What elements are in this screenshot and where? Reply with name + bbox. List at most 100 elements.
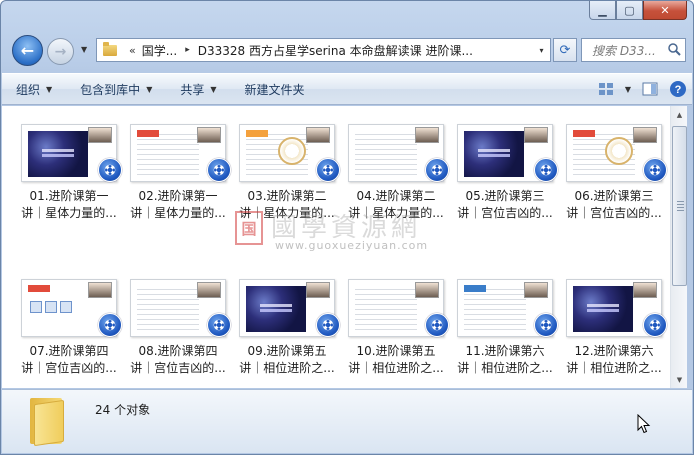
help-icon[interactable]: ? xyxy=(664,74,692,104)
file-item[interactable]: 04.进阶课第二 讲｜星体力量的... xyxy=(343,124,449,244)
file-name-line1: 02.进阶课第一 xyxy=(138,189,218,203)
share-menu[interactable]: 共享 ▼ xyxy=(166,74,230,104)
include-library-label: 包含到库中 xyxy=(80,82,141,97)
refresh-button[interactable]: ⟳ xyxy=(553,38,577,62)
svg-text:?: ? xyxy=(675,84,682,96)
new-folder-label: 新建文件夹 xyxy=(244,82,305,97)
video-file-icon xyxy=(425,158,449,182)
share-label: 共享 xyxy=(180,82,205,97)
vertical-scrollbar[interactable]: ▲ ▼ xyxy=(670,106,687,388)
close-icon[interactable]: ✕ xyxy=(643,1,687,20)
file-name-line2: 讲｜星体力量的... xyxy=(239,206,335,220)
file-item[interactable]: 01.进阶课第一 讲｜星体力量的... xyxy=(16,124,122,244)
file-name-line2: 讲｜相位进阶之... xyxy=(566,361,662,375)
search-placeholder: 搜索 D33... xyxy=(592,43,656,58)
grip-icon xyxy=(677,201,684,211)
back-button[interactable]: ← xyxy=(12,35,43,66)
file-name-line1: 06.进阶课第三 xyxy=(574,189,654,203)
file-name-line1: 11.进阶课第六 xyxy=(465,344,545,358)
file-name-line1: 12.进阶课第六 xyxy=(574,344,654,358)
item-count: 24 个对象 xyxy=(95,403,151,417)
chevron-down-icon: ▼ xyxy=(146,84,153,94)
file-name-line1: 09.进阶课第五 xyxy=(247,344,327,358)
file-item[interactable]: 06.进阶课第三 讲｜宫位吉凶的... xyxy=(561,124,667,244)
file-name-line2: 讲｜宫位吉凶的... xyxy=(457,206,553,220)
minimize-icon[interactable]: ▁ xyxy=(589,1,616,20)
file-item[interactable]: 09.进阶课第五 讲｜相位进阶之... xyxy=(234,279,340,399)
search-input[interactable]: 搜索 D33... xyxy=(581,38,686,62)
command-bar: 组织 ▼ 包含到库中 ▼ 共享 ▼ 新建文件夹 ▼ ? xyxy=(2,73,692,105)
video-file-icon xyxy=(534,313,558,337)
file-name-line2: 讲｜星体力量的... xyxy=(348,206,444,220)
file-name: 09.进阶课第五 讲｜相位进阶之... xyxy=(234,343,340,377)
file-list-view[interactable]: 01.进阶课第一 讲｜星体力量的... 02.进阶课第一 讲｜星体力量的... 03.进… xyxy=(2,106,670,388)
scroll-down-icon[interactable]: ▼ xyxy=(671,371,688,388)
forward-button[interactable]: → xyxy=(47,38,74,65)
chevron-down-icon: ▼ xyxy=(210,84,217,94)
file-name: 03.进阶课第二 讲｜星体力量的... xyxy=(234,188,340,222)
file-name-line1: 10.进阶课第五 xyxy=(356,344,436,358)
view-options-icon[interactable] xyxy=(592,74,620,104)
address-separator[interactable]: ▸ xyxy=(185,45,190,55)
file-item[interactable]: 08.进阶课第四 讲｜宫位吉凶的... xyxy=(125,279,231,399)
file-name-line1: 03.进阶课第二 xyxy=(247,189,327,203)
file-name-line1: 07.进阶课第四 xyxy=(29,344,109,358)
file-name: 04.进阶课第二 讲｜星体力量的... xyxy=(343,188,449,222)
file-name: 06.进阶课第三 讲｜宫位吉凶的... xyxy=(561,188,667,222)
mouse-cursor-icon xyxy=(637,414,651,434)
search-icon[interactable] xyxy=(667,42,681,56)
file-item[interactable]: 05.进阶课第三 讲｜宫位吉凶的... xyxy=(452,124,558,244)
video-file-icon xyxy=(534,158,558,182)
video-file-icon xyxy=(425,313,449,337)
file-item[interactable]: 03.进阶课第二 讲｜星体力量的... xyxy=(234,124,340,244)
new-folder-button[interactable]: 新建文件夹 xyxy=(231,74,319,104)
file-name-line2: 讲｜相位进阶之... xyxy=(348,361,444,375)
folder-icon xyxy=(30,398,66,447)
file-name-line2: 讲｜宫位吉凶的... xyxy=(130,361,226,375)
folder-icon xyxy=(103,41,117,56)
scroll-up-icon[interactable]: ▲ xyxy=(671,106,688,123)
address-segment-root[interactable]: 国学... xyxy=(142,42,177,59)
file-name-line1: 01.进阶课第一 xyxy=(29,189,109,203)
details-pane: 24 个对象 xyxy=(2,389,692,453)
video-file-icon xyxy=(207,313,231,337)
arrow-left-icon: ← xyxy=(20,41,35,60)
video-file-icon xyxy=(98,313,122,337)
chevron-down-icon: ▼ xyxy=(46,84,53,94)
file-item[interactable]: 12.进阶课第六 讲｜相位进阶之... xyxy=(561,279,667,399)
file-name-line1: 08.进阶课第四 xyxy=(138,344,218,358)
recent-pages-dropdown[interactable]: ▼ xyxy=(81,45,87,54)
file-name: 11.进阶课第六 讲｜相位进阶之... xyxy=(452,343,558,377)
address-dropdown[interactable]: ▾ xyxy=(532,46,550,55)
video-file-icon xyxy=(316,158,340,182)
chevron-down-icon[interactable]: ▼ xyxy=(620,74,636,104)
file-name-line2: 讲｜宫位吉凶的... xyxy=(566,206,662,220)
maximize-icon[interactable]: ▢ xyxy=(616,1,643,20)
file-name-line1: 04.进阶课第二 xyxy=(356,189,436,203)
organize-menu[interactable]: 组织 ▼ xyxy=(2,74,66,104)
file-item[interactable]: 10.进阶课第五 讲｜相位进阶之... xyxy=(343,279,449,399)
file-name: 08.进阶课第四 讲｜宫位吉凶的... xyxy=(125,343,231,377)
file-item[interactable]: 11.进阶课第六 讲｜相位进阶之... xyxy=(452,279,558,399)
file-name: 05.进阶课第三 讲｜宫位吉凶的... xyxy=(452,188,558,222)
address-segment-current[interactable]: D33328 西方占星学serina 本命盘解读课 进阶课... xyxy=(198,42,473,59)
address-bar[interactable]: « 国学... ▸ D33328 西方占星学serina 本命盘解读课 进阶课.… xyxy=(96,38,551,62)
file-name-line1: 05.进阶课第三 xyxy=(465,189,545,203)
file-name: 07.进阶课第四 讲｜宫位吉凶的... xyxy=(16,343,122,377)
file-name: 10.进阶课第五 讲｜相位进阶之... xyxy=(343,343,449,377)
explorer-window: ▁ ▢ ✕ ← → ▼ « 国学... ▸ D33328 西方占星学serina… xyxy=(0,0,694,455)
arrow-right-icon: → xyxy=(54,43,67,60)
file-name-line2: 讲｜宫位吉凶的... xyxy=(21,361,117,375)
preview-pane-icon[interactable] xyxy=(636,74,664,104)
video-file-icon xyxy=(316,313,340,337)
include-in-library-menu[interactable]: 包含到库中 ▼ xyxy=(66,74,166,104)
scrollbar-thumb[interactable] xyxy=(672,126,687,286)
file-item[interactable]: 02.进阶课第一 讲｜星体力量的... xyxy=(125,124,231,244)
refresh-icon: ⟳ xyxy=(559,42,571,58)
address-overflow[interactable]: « xyxy=(129,44,136,57)
organize-label: 组织 xyxy=(16,82,41,97)
caption-buttons: ▁ ▢ ✕ xyxy=(589,1,687,20)
video-file-icon xyxy=(643,158,667,182)
file-item[interactable]: 07.进阶课第四 讲｜宫位吉凶的... xyxy=(16,279,122,399)
video-file-icon xyxy=(207,158,231,182)
